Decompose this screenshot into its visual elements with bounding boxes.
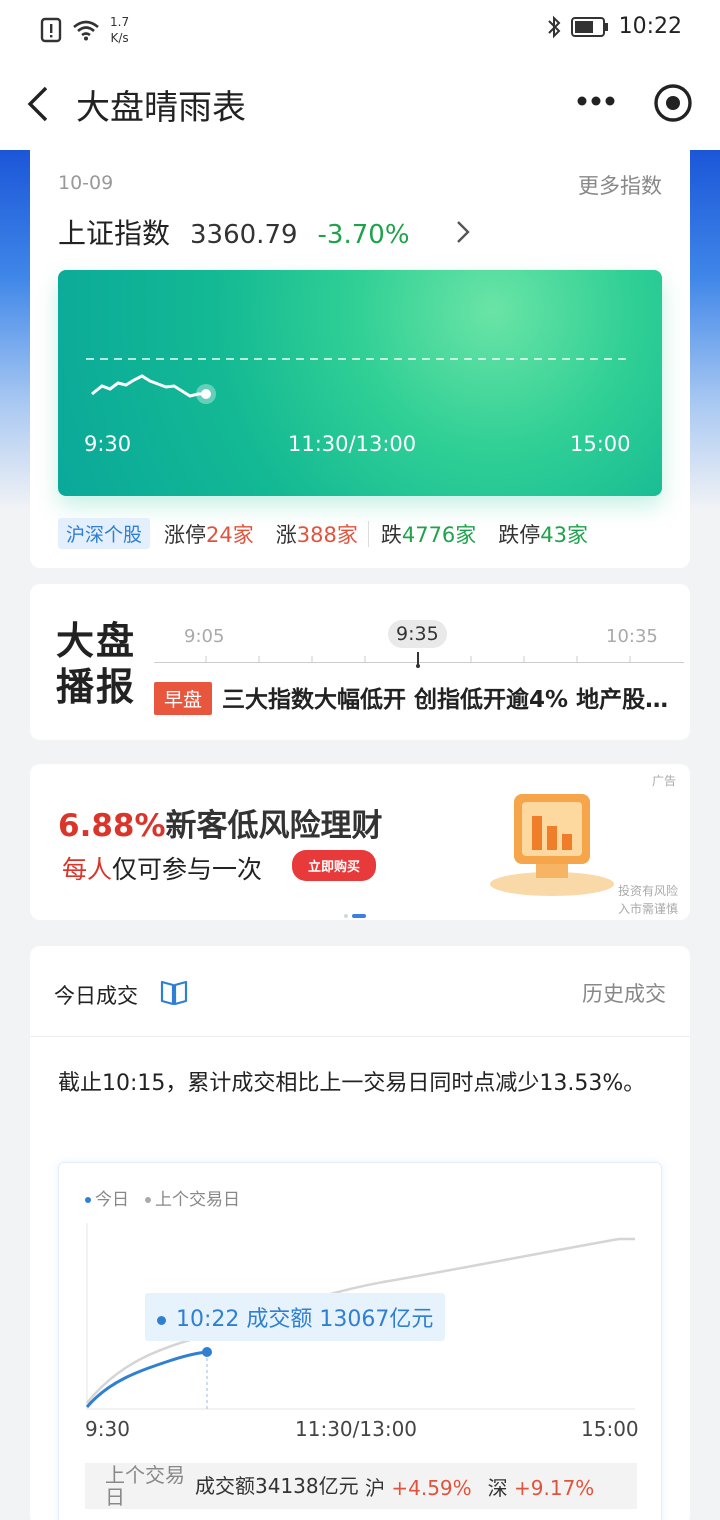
index-summary[interactable]: 上证指数 3360.79 -3.70% — [58, 212, 410, 252]
more-indices-link[interactable]: 更多指数 — [578, 170, 662, 200]
wifi-icon — [73, 20, 99, 41]
stocks-tag: 沪深个股 — [58, 518, 151, 549]
battery-icon — [570, 16, 608, 37]
market-broadcast-card[interactable]: 大盘 播报 9:05 9:35 10:35 早盘 三大指数大幅低开 创指低开逾4… — [30, 584, 690, 740]
ad-banner[interactable]: 6.88%新客低风险理财 每人仅可参与一次 立即购买 广告 投资有风险 入市需谨… — [30, 764, 690, 920]
down-stat: 跌4776家 — [380, 522, 477, 547]
divider — [30, 1036, 690, 1037]
risk-disclaimer: 投资有风险 入市需谨慎 — [617, 884, 678, 916]
alert-sim-icon — [40, 17, 62, 43]
limit-up-stat: 涨停24家 — [164, 522, 254, 547]
divider — [367, 520, 369, 547]
more-icon[interactable] — [574, 86, 618, 116]
history-turnover-link[interactable]: 历史成交 — [582, 978, 666, 1008]
chart-tick-label: 9:30 — [84, 432, 132, 456]
target-icon[interactable] — [652, 82, 694, 124]
market-breadth: 沪深个股 涨停24家 涨388家 跌4776家 跌停43家 — [58, 518, 610, 549]
previous-day-summary: 上个交易日 成交额34138亿元 沪 +4.59% 深 +9.17% — [85, 1463, 637, 1509]
chart-tick-label: 11:30/13:00 — [295, 1417, 418, 1441]
ad-title: 6.88%新客低风险理财 — [58, 808, 383, 844]
broadcast-logo: 大盘 播报 — [56, 619, 137, 709]
previous-day-label: 上个交易日 — [105, 1463, 185, 1509]
shanghai-change: 沪 +4.59% — [365, 1475, 472, 1500]
buy-now-button[interactable]: 立即购买 — [292, 850, 377, 881]
limit-down-stat: 跌停43家 — [498, 522, 589, 547]
nav-bar: 大盘晴雨表 — [0, 56, 720, 150]
timeline-ticks — [205, 652, 631, 668]
bluetooth-icon — [547, 15, 561, 38]
chevron-right-icon[interactable] — [454, 218, 472, 246]
index-value: 3360.79 — [190, 220, 298, 250]
turnover-card: 今日成交 历史成交 截止10:15，累计成交相比上一交易日同时点减少13.53%… — [30, 946, 690, 1520]
carousel-indicator — [344, 914, 366, 918]
index-date: 10-09 — [58, 172, 114, 194]
index-intraday-chart[interactable]: 9:30 11:30/13:00 15:00 — [58, 270, 662, 496]
broadcast-timeline[interactable]: 9:05 9:35 10:35 — [154, 618, 684, 668]
chart-tick-label: 15:00 — [581, 1417, 639, 1441]
broadcast-headline[interactable]: 三大指数大幅低开 创指低开逾4% 地产股逆势走强 — [222, 680, 672, 714]
finance-chart-illustration-icon — [490, 794, 614, 896]
previous-day-amount: 成交额34138亿元 — [195, 1474, 359, 1498]
back-arrow-icon[interactable] — [24, 84, 54, 124]
book-icon[interactable] — [158, 976, 190, 1008]
index-card: 10-09 更多指数 上证指数 3360.79 -3.70% 9:30 11:3… — [30, 150, 690, 568]
index-name: 上证指数 — [58, 217, 171, 250]
turnover-chart[interactable]: 今日 上个交易日 10:22 成交额 13067亿元 9:30 11:30/13… — [58, 1162, 662, 1520]
up-stat: 涨388家 — [275, 522, 358, 547]
session-tag: 早盘 — [154, 682, 213, 715]
index-change: -3.70% — [317, 220, 410, 250]
ad-subtitle: 每人仅可参与一次 — [62, 855, 263, 884]
ad-label: 广告 — [651, 774, 676, 788]
page-title: 大盘晴雨表 — [76, 88, 246, 128]
network-speed: 1.7 K/s — [110, 15, 130, 45]
clock: 10:22 — [618, 14, 682, 39]
index-sparkline — [86, 358, 632, 404]
turnover-description: 截止10:15，累计成交相比上一交易日同时点减少13.53%。 — [58, 1071, 646, 1096]
status-bar: 1.7 K/s 10:22 — [0, 0, 720, 56]
chart-tick-label: 11:30/13:00 — [288, 432, 417, 456]
turnover-title: 今日成交 — [54, 984, 138, 1008]
shenzhen-change: 深 +9.17% — [487, 1475, 595, 1500]
chart-tooltip: 10:22 成交额 13067亿元 — [145, 1293, 446, 1341]
chart-tick-label: 9:30 — [85, 1417, 130, 1441]
chart-tick-label: 15:00 — [570, 432, 631, 456]
